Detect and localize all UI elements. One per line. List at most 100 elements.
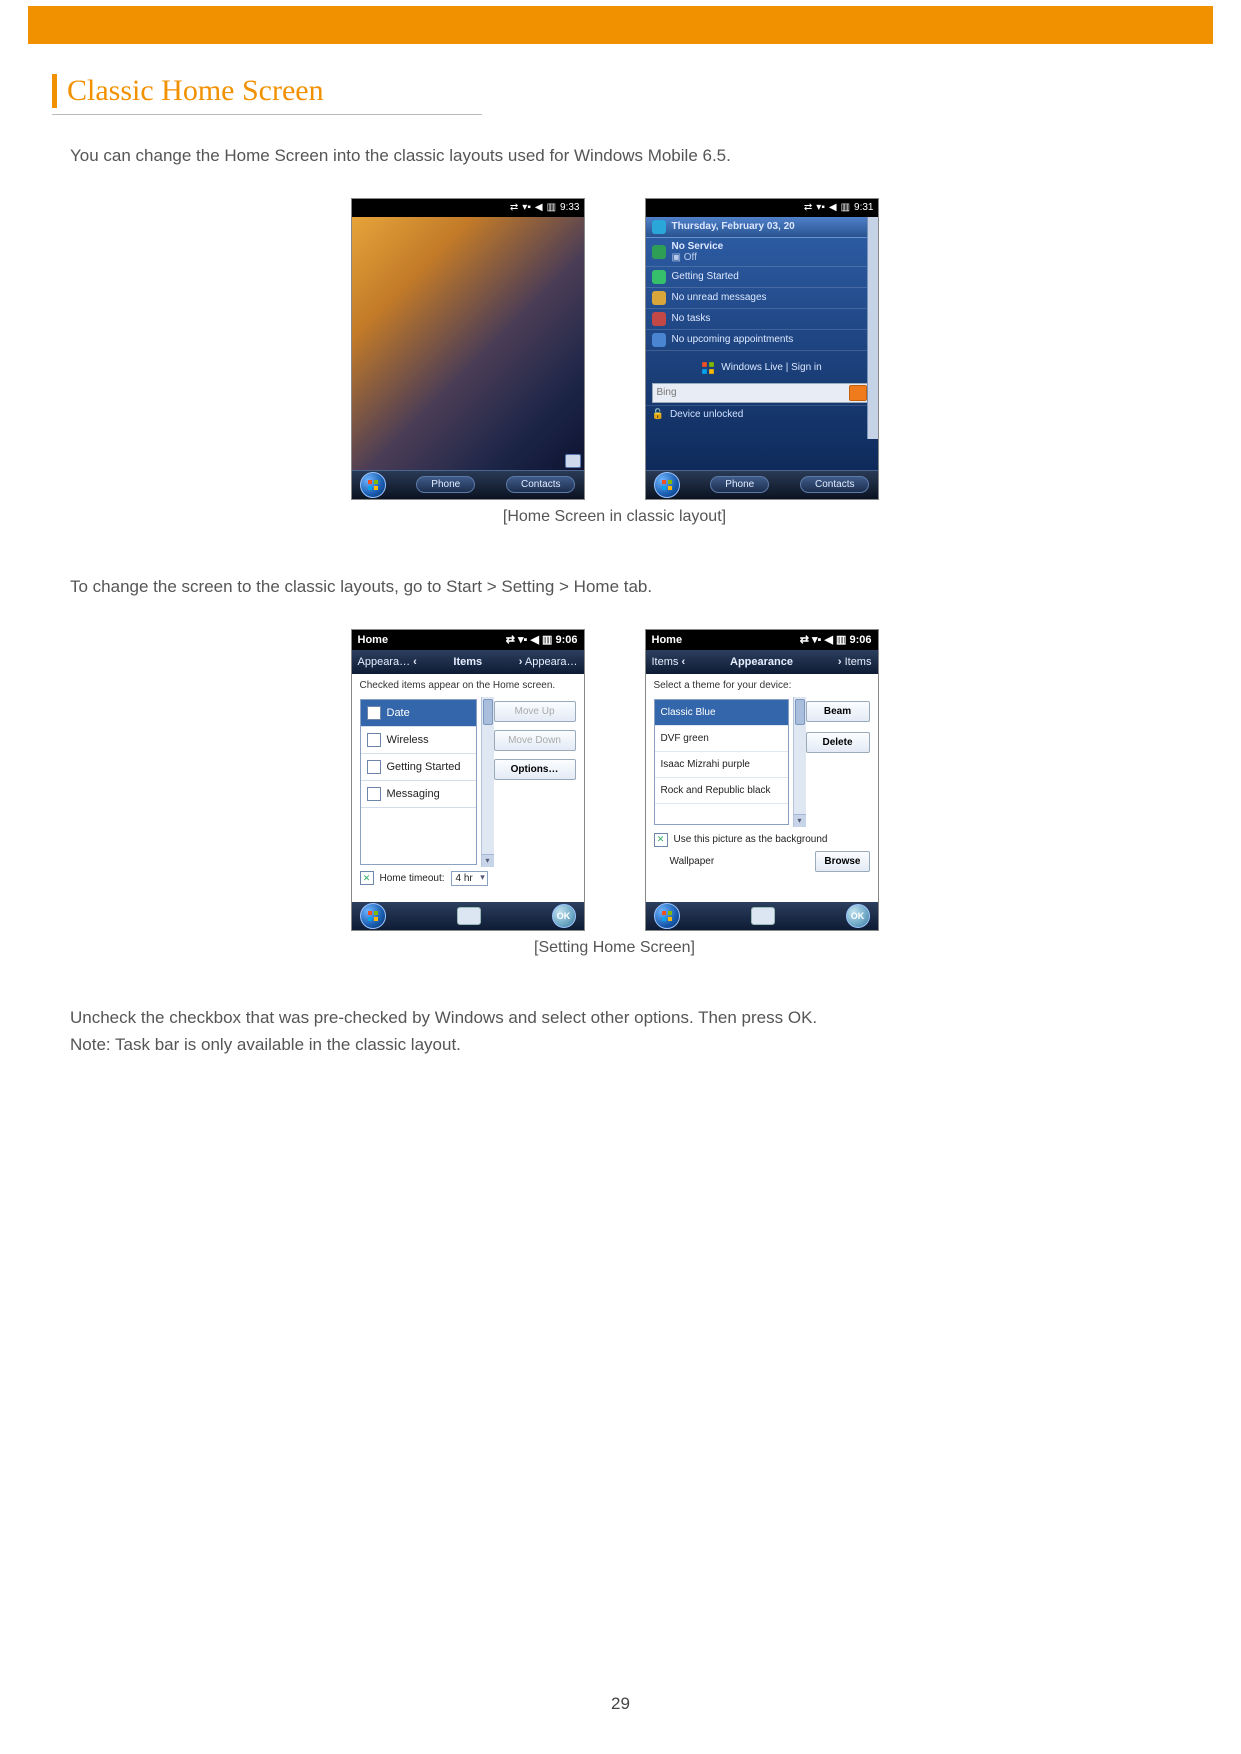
scrollbar[interactable]: ▾ (793, 697, 806, 827)
bing-search-input[interactable]: Bing (652, 383, 872, 403)
list-item-label: Messaging (387, 788, 440, 800)
signal-icon: ▾▪ (518, 634, 527, 646)
items-note: Checked items appear on the Home screen. (352, 674, 584, 697)
softkey-contacts[interactable]: Contacts (506, 476, 575, 493)
figure-caption-2: [Setting Home Screen] (52, 939, 1177, 957)
scrollbar-thumb[interactable] (483, 699, 493, 725)
tab-appearance[interactable]: Appearance (730, 656, 793, 668)
list-item-label: Getting Started (387, 761, 461, 773)
status-bar: ⇄ ▾▪ ◀ ▥ 9:33 (352, 199, 584, 217)
move-down-button[interactable]: Move Down (494, 730, 576, 751)
softkey-contacts[interactable]: Contacts (800, 476, 869, 493)
start-button[interactable] (360, 472, 386, 498)
theme-isaac-mizrahi[interactable]: Isaac Mizrahi purple (655, 752, 788, 778)
start-button[interactable] (654, 903, 680, 929)
tab-left-label[interactable]: Items (652, 656, 679, 668)
today-date: Thursday, February 03, 20 (672, 221, 795, 232)
off-label: Off (684, 252, 697, 263)
list-item-wireless[interactable]: Wireless (361, 727, 476, 754)
scrollbar-thumb[interactable] (795, 699, 805, 725)
softkey-phone[interactable]: Phone (710, 476, 769, 493)
volume-icon: ◀ (824, 634, 832, 646)
background-label: Use this picture as the background (674, 834, 828, 845)
keyboard-icon[interactable] (457, 907, 481, 925)
beam-button[interactable]: Beam (806, 701, 870, 722)
theme-dvf-green[interactable]: DVF green (655, 726, 788, 752)
search-icon[interactable] (849, 385, 867, 401)
status-time: 9:33 (560, 202, 579, 213)
tab-items[interactable]: Items (453, 656, 482, 668)
softkey-phone[interactable]: Phone (416, 476, 475, 493)
theme-rock-republic[interactable]: Rock and Republic black (655, 778, 788, 804)
delete-button[interactable]: Delete (806, 732, 870, 753)
items-list: Date Wireless Getting Started (360, 699, 477, 865)
messages-icon (652, 291, 666, 305)
settings-tab-bar: Items ‹ Appearance › Items (646, 650, 878, 674)
settings-title: Home (358, 634, 389, 646)
settings-bottom-bar: OK (646, 902, 878, 930)
figure-row-settings: Home ⇄ ▾▪ ◀ ▥ 9:06 Appeara… ‹ Items › Ap… (52, 629, 1177, 931)
device-unlocked-row[interactable]: 🔓 Device unlocked (646, 405, 878, 423)
today-messages[interactable]: No unread messages (646, 288, 878, 309)
timeout-combo[interactable]: 4 hr (451, 871, 488, 886)
calendar-icon (652, 333, 666, 347)
scrollbar[interactable] (867, 217, 878, 439)
intro-text: You can change the Home Screen into the … (70, 145, 1177, 168)
instruction-note: Note: Task bar is only available in the … (70, 1034, 1177, 1057)
move-up-button[interactable]: Move Up (494, 701, 576, 722)
scrollbar-down-icon[interactable]: ▾ (482, 854, 494, 867)
today-getting-started[interactable]: Getting Started (646, 267, 878, 288)
battery-icon: ▥ (841, 202, 850, 213)
getting-started-icon (652, 270, 666, 284)
checkbox[interactable] (367, 706, 381, 720)
ok-button[interactable]: OK (552, 904, 576, 928)
checkbox[interactable] (367, 733, 381, 747)
volume-icon: ◀ (535, 202, 543, 213)
getting-started-label: Getting Started (672, 271, 739, 282)
carrier-icon (652, 245, 666, 259)
status-time: 9:06 (849, 634, 871, 646)
options-button[interactable]: Options… (494, 759, 576, 780)
today-date-row[interactable]: Thursday, February 03, 20 (646, 217, 878, 238)
start-button[interactable] (360, 903, 386, 929)
figure-caption-1: [Home Screen in classic layout] (52, 508, 1177, 526)
chevron-left-icon[interactable]: ‹ (413, 656, 417, 668)
today-appointments[interactable]: No upcoming appointments (646, 330, 878, 351)
windows-live-row[interactable]: Windows Live | Sign in (646, 361, 878, 375)
battery-icon: ▥ (542, 634, 552, 646)
settings-bottom-bar: OK (352, 902, 584, 930)
no-service-label: No Service (672, 241, 724, 252)
chevron-right-icon[interactable]: › (519, 656, 523, 668)
checkbox-timeout[interactable] (360, 871, 374, 885)
scrollbar-down-icon[interactable]: ▾ (794, 814, 806, 827)
bing-placeholder: Bing (657, 387, 677, 398)
today-service-row[interactable]: No Service ▣ Off (646, 238, 878, 267)
clock-icon (652, 220, 666, 234)
settings-appearance-screen: Home ⇄ ▾▪ ◀ ▥ 9:06 Items ‹ Appearance › … (645, 629, 879, 931)
tab-left-label[interactable]: Appeara… (358, 656, 411, 668)
signal-icon: ▾▪ (522, 202, 531, 213)
chevron-right-icon[interactable]: › (838, 656, 842, 668)
tab-right-label[interactable]: Items (845, 656, 872, 668)
tab-right-label[interactable]: Appeara… (525, 656, 578, 668)
theme-classic-blue[interactable]: Classic Blue (655, 700, 788, 726)
today-tasks[interactable]: No tasks (646, 309, 878, 330)
browse-button[interactable]: Browse (815, 851, 869, 872)
volume-icon: ◀ (530, 634, 538, 646)
start-button[interactable] (654, 472, 680, 498)
list-item-getting-started[interactable]: Getting Started (361, 754, 476, 781)
scrollbar[interactable]: ▾ (481, 697, 494, 867)
wallpaper-row: Wallpaper Browse (646, 849, 878, 872)
checkbox-background[interactable] (654, 833, 668, 847)
keyboard-icon[interactable] (751, 907, 775, 925)
phone-home-plain: ⇄ ▾▪ ◀ ▥ 9:33 Phone Contacts (351, 198, 585, 500)
list-item-date[interactable]: Date (361, 700, 476, 727)
chevron-left-icon[interactable]: ‹ (681, 656, 685, 668)
tasks-icon (652, 312, 666, 326)
sync-icon: ⇄ (506, 634, 515, 646)
ok-button[interactable]: OK (846, 904, 870, 928)
list-item-messaging[interactable]: Messaging (361, 781, 476, 808)
nav-instruction: To change the screen to the classic layo… (70, 576, 1177, 599)
checkbox[interactable] (367, 760, 381, 774)
checkbox[interactable] (367, 787, 381, 801)
